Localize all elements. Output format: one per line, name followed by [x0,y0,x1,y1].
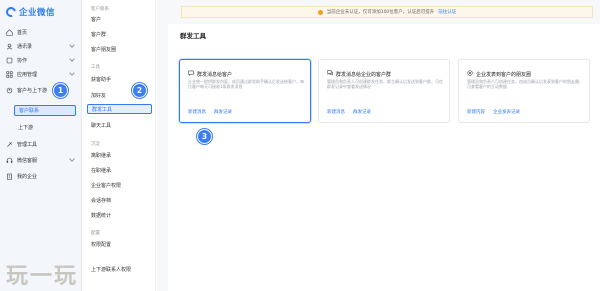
subnav-item-customer-moments[interactable]: 客户朋友圈 [91,44,153,54]
company-icon [6,173,13,180]
home-icon [6,28,13,36]
subnav-group-title: 配置 [91,231,100,236]
sidebar-item-collaborate[interactable]: 协作 [4,54,80,66]
sidebar-item-label: 通讯录 [17,43,33,50]
main-content: 当前企业未认证，仅可添加100位客户。认证后可提升 前往认证 群发工具 群发消息… [157,0,600,291]
chevron-down-icon [69,56,75,62]
warning-icon [317,9,323,15]
card-post-to-moments[interactable]: 企业发表到客户的朋友圈 管理员和负责人可创建任务，由成员确认后发表到客户的朋友圈… [458,59,590,123]
sidebar-item-label: 首页 [17,29,28,36]
apps-icon [6,70,13,78]
card-description: 管理员和负责人可创建任务，由成员确认后发表到客户的朋友圈，可查看客户的互动数据 [467,79,583,90]
sidebar-item-label: 上下游 [18,125,34,131]
group-chat-icon [327,70,333,78]
brand-logo[interactable]: 企业微信 [4,5,56,19]
subnav-group-title: 客户联系 [91,7,109,12]
subnav-item-upstream-contacts[interactable]: 上下游联系人权限 [91,264,153,274]
card-description: 管理员和负责人可创建群发任务，群主确认后发送到客户群，可在群发记录中查看发送情况 [327,79,443,90]
card-header: 群发消息给企业的客户群 [327,70,391,78]
card-header: 企业发表到客户的朋友圈 [467,70,531,78]
card-title: 群发消息给企业的客户群 [336,71,392,78]
chevron-down-icon [69,156,75,162]
card-title: 企业发表到客户的朋友圈 [476,71,532,78]
sidebar-item-label: 客户与上下游 [17,87,48,94]
chevron-down-icon [69,42,75,48]
step-badge-1: 1 [53,83,68,98]
watermark: 玩一玩 [6,263,79,289]
chat-icon [188,70,194,78]
subnav-item-permission-config[interactable]: 权限配置 [91,239,153,249]
post-history-link[interactable]: 企业发表记录 [493,109,520,115]
sidebar-item-tools[interactable]: 管理工具 [4,138,80,150]
subnav-item-statistics[interactable]: 数据统计 [91,210,153,220]
subnav-item-onjob-inherit[interactable]: 在职继承 [91,165,153,175]
subnav-group-title: 工具 [91,65,100,70]
card-message-to-customers[interactable]: 群发消息给客户 企业统一提供群发内容，成员通过群发助手确认后发送给客户，每位客户… [179,59,311,123]
send-history-link[interactable]: 群发记录 [353,109,371,115]
subnav-item-acquisition[interactable]: 获客助手 [91,74,153,84]
collaborate-icon [6,57,13,64]
page-title: 群发工具 [180,32,206,40]
tools-icon [6,141,13,148]
sidebar-item-customer[interactable]: 客户与上下游 [4,84,80,96]
service-icon [6,157,13,164]
brand-name: 企业微信 [19,8,56,18]
sidebar-item-label: 我的企业 [17,173,38,180]
card-actions: 新建内容 企业发表记录 [467,109,520,115]
new-content-link[interactable]: 新建内容 [467,109,485,115]
sidebar-item-my-company[interactable]: 我的企业 [4,170,80,182]
main-sidebar: 企业微信 首页 通讯录 协作 应用管理 客户与上下游 客户联系 上下游 管理工具… [0,0,82,291]
sidebar-item-apps[interactable]: 应用管理 [4,68,80,80]
verify-link[interactable]: 前往认证 [438,9,456,15]
subnav-group-title: 沉淀 [91,142,100,147]
moments-icon [467,70,473,78]
step-badge-2: 2 [132,83,147,98]
sidebar-item-label: 管理工具 [17,141,38,148]
card-title: 群发消息给客户 [197,71,233,78]
send-history-link[interactable]: 群发记录 [214,109,232,115]
notice-text: 当前企业未认证，仅可添加100位客户。认证后可提升 [326,10,435,15]
sidebar-item-upstream-downstream[interactable]: 上下游 [14,122,76,133]
card-actions: 新建消息 群发记录 [188,109,232,115]
subnav-item-session-archive[interactable]: 会话存档 [91,195,153,205]
card-header: 群发消息给客户 [188,70,232,78]
new-message-link[interactable]: 新建消息 [327,109,345,115]
subnav-item-resigned-inherit[interactable]: 离职继承 [91,150,153,160]
sidebar-item-label: 应用管理 [17,71,38,78]
subnav-item-customer-permissions[interactable]: 企业客户权限 [91,180,153,190]
sidebar-item-customer-contact[interactable]: 客户联系 [14,105,76,116]
contacts-icon [6,43,13,50]
sidebar-item-contacts[interactable]: 通讯录 [4,40,80,52]
sidebar-item-wechat-service[interactable]: 微信客服 [4,154,80,166]
subnav-item-chat-tools[interactable]: 聊天工具 [91,120,153,130]
secondary-nav: 客户联系 客户 客户群 客户朋友圈 工具 获客助手 加好友 群发工具 聊天工具 … [83,0,156,291]
subnav-item-customer-groups[interactable]: 客户群 [91,29,153,39]
card-description: 企业统一提供群发内容，成员通过群发助手确认后发送给客户，每位客户每天可接收1条群… [188,79,304,90]
subnav-item-mass-messaging[interactable]: 群发工具 [87,104,152,114]
customer-icon [6,87,13,94]
subnav-item-customers[interactable]: 客户 [91,14,153,24]
chevron-down-icon [69,70,75,76]
verification-notice: 当前企业未认证，仅可添加100位客户。认证后可提升 前往认证 [181,6,593,18]
card-actions: 新建消息 群发记录 [327,109,371,115]
sidebar-item-label: 协作 [17,57,28,64]
mass-messaging-panel: 群发工具 群发消息给客户 企业统一提供群发内容，成员通过群发助手确认后发送给客户… [168,24,600,291]
new-message-link[interactable]: 新建消息 [188,109,206,115]
sidebar-item-home[interactable]: 首页 [4,26,80,38]
sidebar-item-label: 微信客服 [17,157,38,164]
sidebar-item-label: 客户联系 [19,108,40,114]
wecom-logo-icon [4,5,18,19]
card-message-to-groups[interactable]: 群发消息给企业的客户群 管理员和负责人可创建群发任务，群主确认后发送到客户群，可… [318,59,450,123]
step-badge-3: 3 [197,129,212,144]
